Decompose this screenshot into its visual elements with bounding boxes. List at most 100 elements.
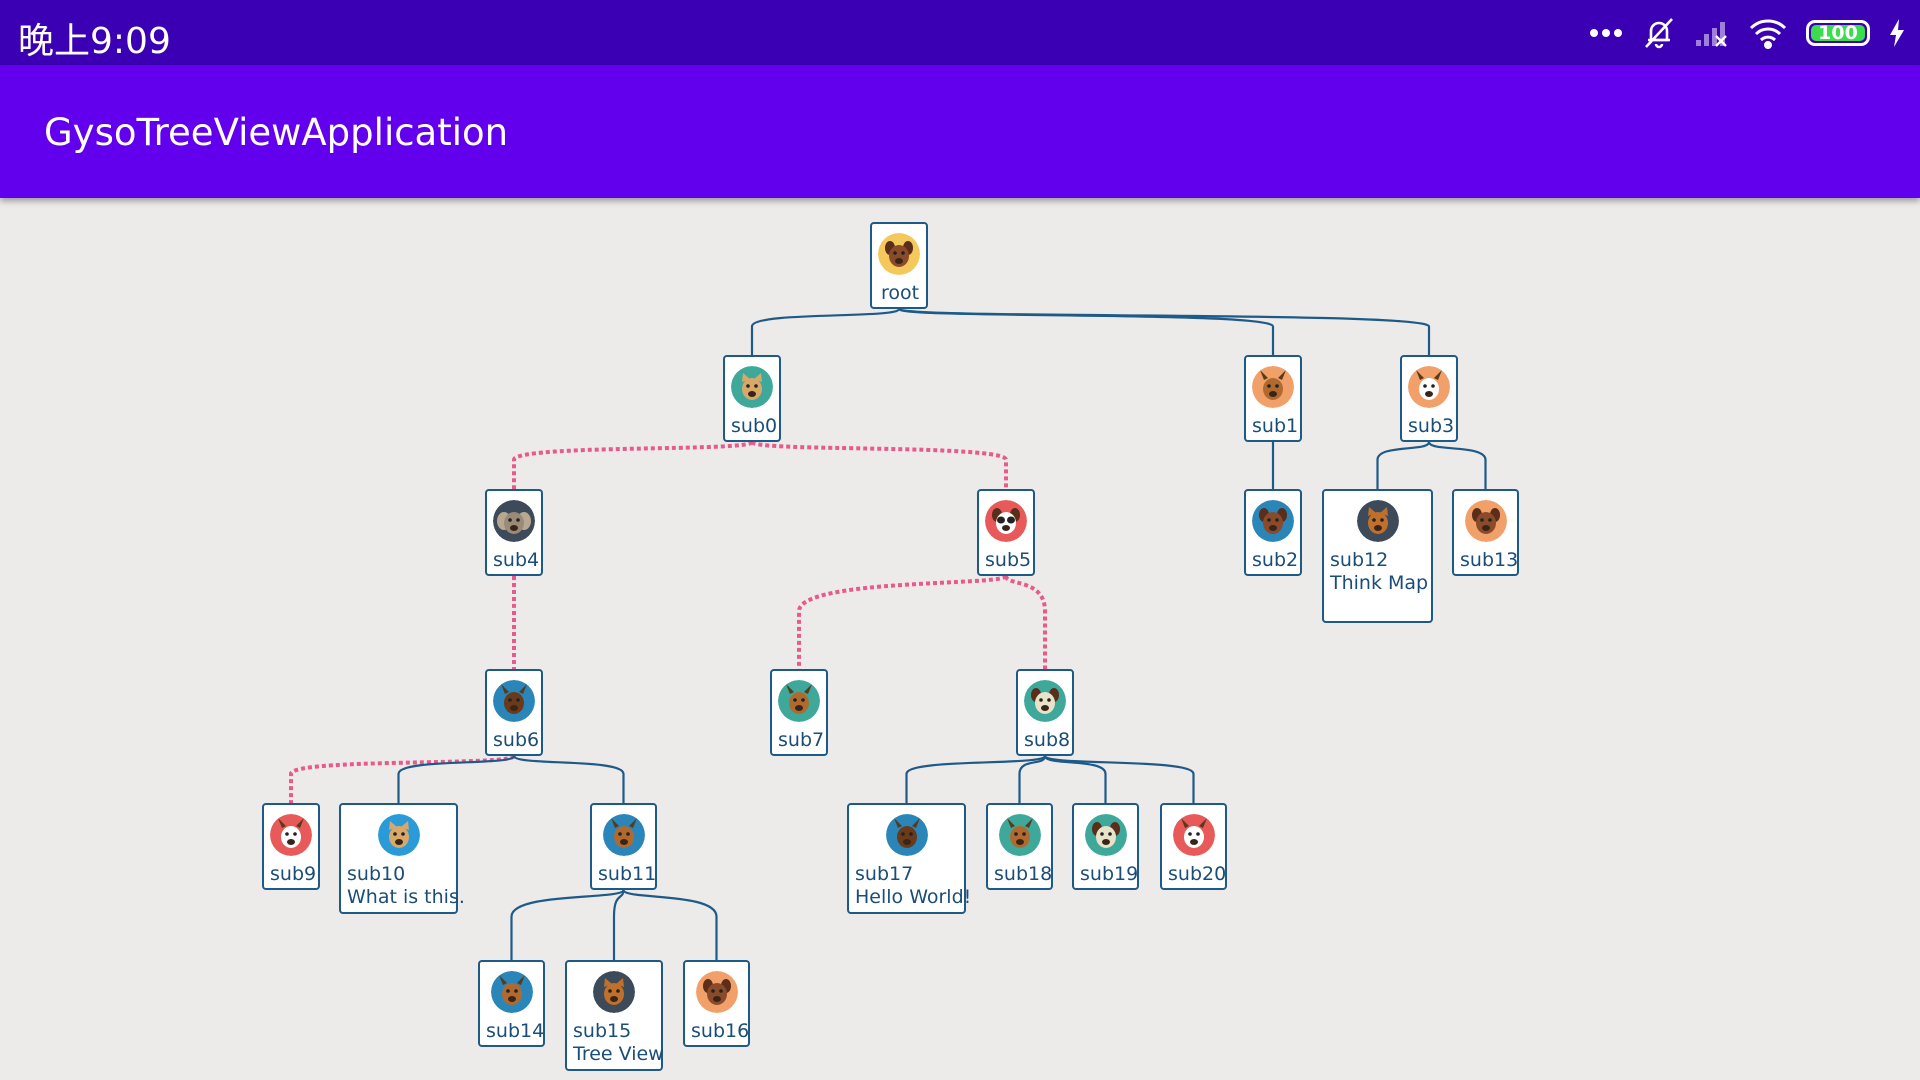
node-sub14[interactable]: sub14 (478, 960, 545, 1047)
node-label: sub15 Tree View (573, 1020, 664, 1066)
node-sub12[interactable]: sub12 Think Map (1322, 489, 1433, 623)
node-title: sub7 (778, 729, 825, 751)
link-sub11-sub16 (622, 888, 718, 960)
link-root-sub3 (897, 307, 1431, 355)
status-time: 晚上9:09 (18, 21, 171, 62)
node-sub20[interactable]: sub20 (1160, 803, 1227, 890)
node-label: sub14 (486, 1020, 545, 1043)
pug-icon (695, 971, 738, 1013)
cat-icon (377, 814, 420, 856)
node-sub15[interactable]: sub15 Tree View (565, 960, 664, 1071)
node-label: sub8 (1024, 729, 1071, 752)
sheep-icon (1084, 814, 1127, 856)
node-sub7[interactable]: sub7 (770, 669, 828, 756)
node-sub1[interactable]: sub1 (1244, 355, 1302, 442)
link-sub0-sub5 (750, 440, 1008, 489)
node-title: root (880, 282, 920, 304)
node-title: sub3 (1408, 415, 1455, 437)
node-label: sub0 (731, 415, 777, 438)
node-sub13[interactable]: sub13 (1452, 489, 1519, 576)
kangaroo-icon (490, 971, 533, 1013)
node-root[interactable]: root (870, 222, 928, 309)
link-sub8-sub18 (1018, 755, 1047, 803)
node-title: sub4 (493, 549, 540, 571)
dog-icon (878, 233, 920, 275)
link-sub6-sub9 (289, 754, 516, 803)
kangaroo-icon (602, 814, 645, 856)
node-title: sub14 (486, 1020, 545, 1042)
node-sub17[interactable]: sub17 Hello World! (847, 803, 972, 914)
node-subtitle: What is this. (347, 886, 465, 908)
battery-level: 100 (1818, 22, 1858, 44)
antelope-icon (1172, 814, 1215, 856)
app-title: GysoTreeViewApplication (44, 111, 509, 154)
node-label: sub13 (1460, 549, 1519, 572)
node-label: sub19 (1080, 863, 1139, 886)
node-title: sub1 (1252, 415, 1299, 437)
node-label: sub12 Think Map (1330, 549, 1429, 595)
node-sub5[interactable]: sub5 (977, 489, 1035, 576)
node-label: sub5 (985, 549, 1031, 572)
lion-icon (593, 971, 635, 1013)
link-sub8-sub17 (905, 754, 1047, 803)
node-label: sub7 (778, 729, 825, 752)
node-sub11[interactable]: sub11 (590, 803, 657, 890)
app-bar: GysoTreeViewApplication (0, 65, 1920, 198)
status-bar: 晚上9:09 100 (0, 0, 1920, 65)
node-sub9[interactable]: sub9 (262, 803, 320, 890)
node-subtitle: Think Map (1330, 572, 1429, 594)
node-sub2[interactable]: sub2 (1244, 489, 1302, 576)
node-sub19[interactable]: sub19 (1072, 803, 1139, 890)
sheep-icon (1024, 680, 1066, 722)
node-sub3[interactable]: sub3 (1400, 355, 1458, 442)
more-notifications-icon (1588, 27, 1624, 39)
wifi-icon (1748, 17, 1788, 49)
deer-icon (998, 814, 1041, 856)
deer-icon (1252, 366, 1294, 408)
node-title: sub12 (1330, 549, 1389, 571)
rhino-icon (1408, 366, 1450, 408)
node-title: sub19 (1080, 863, 1139, 885)
node-label: sub1 (1252, 415, 1299, 438)
node-title: sub13 (1460, 549, 1519, 571)
node-title: sub8 (1024, 729, 1071, 751)
node-sub0[interactable]: sub0 (723, 355, 781, 442)
leopard-icon (731, 366, 773, 408)
link-root-sub0 (750, 307, 901, 355)
signal-icon (1694, 18, 1730, 48)
tree-view-canvas[interactable]: root sub0 sub1 sub3 sub4 sub5 sub2 sub12 Think M… (0, 198, 1920, 1080)
panda-icon (985, 500, 1027, 542)
link-sub3-sub13 (1427, 441, 1487, 489)
node-label: root (878, 282, 922, 305)
node-label: sub20 (1168, 863, 1227, 886)
tree-links (289, 307, 1487, 960)
node-sub6[interactable]: sub6 (485, 669, 543, 756)
node-label: sub16 (691, 1020, 750, 1043)
node-label: sub18 (994, 863, 1053, 886)
bull-icon (493, 680, 535, 722)
antelope-icon (270, 814, 312, 856)
elephant-icon (493, 500, 535, 542)
node-sub10[interactable]: sub10 What is this. (339, 803, 465, 914)
node-sub16[interactable]: sub16 (683, 960, 750, 1047)
link-sub11-sub14 (510, 888, 625, 960)
node-sub4[interactable]: sub4 (485, 489, 543, 576)
link-sub11-sub15 (612, 889, 625, 960)
status-icons: 100 (1588, 14, 1906, 52)
node-subtitle: Hello World! (855, 886, 972, 908)
node-sub18[interactable]: sub18 (986, 803, 1053, 890)
pug-icon (1464, 500, 1507, 542)
node-title: sub20 (1168, 863, 1227, 885)
node-title: sub2 (1252, 549, 1299, 571)
node-label: sub3 (1408, 415, 1455, 438)
lion-icon (1356, 500, 1399, 542)
node-title: sub16 (691, 1020, 750, 1042)
link-sub0-sub4 (512, 440, 754, 489)
node-label: sub2 (1252, 549, 1299, 572)
charging-icon (1888, 18, 1906, 48)
node-title: sub18 (994, 863, 1053, 885)
link-sub5-sub8 (1004, 575, 1047, 669)
deer-icon (778, 680, 820, 722)
node-sub8[interactable]: sub8 (1016, 669, 1074, 756)
node-title: sub10 (347, 863, 406, 885)
